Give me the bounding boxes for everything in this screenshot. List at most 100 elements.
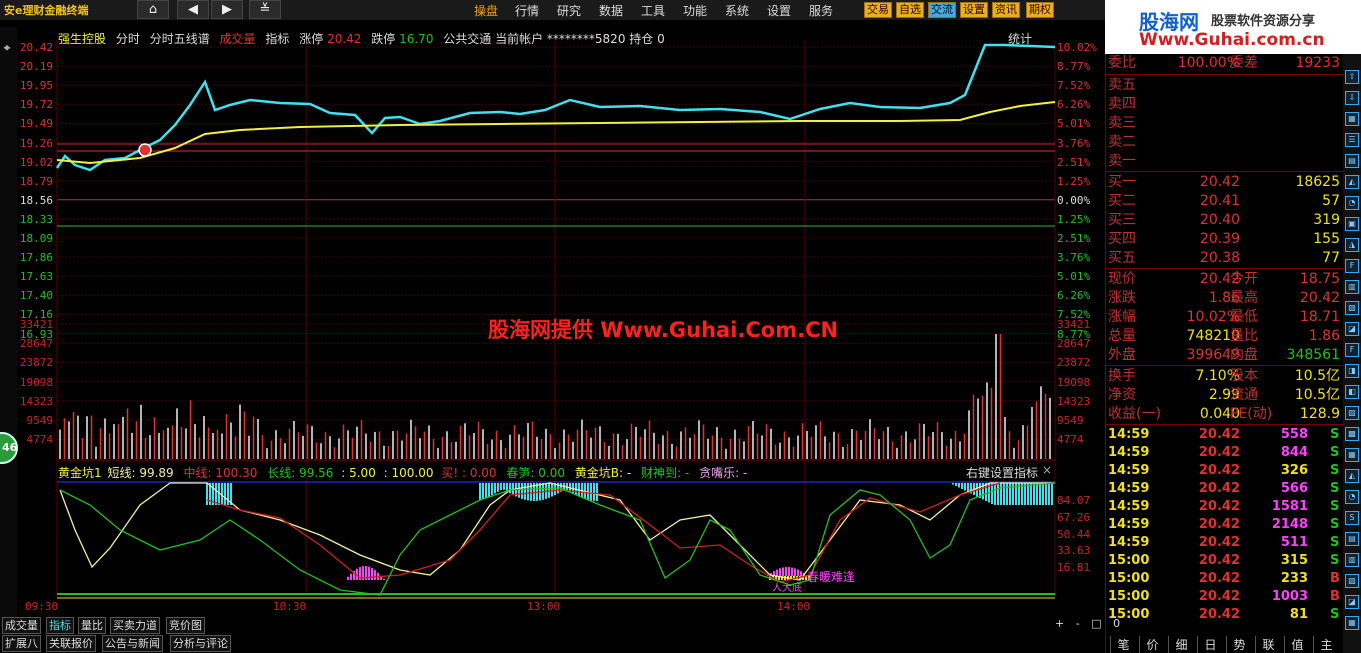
detail-tab[interactable]: 主 bbox=[1313, 636, 1339, 653]
tick-volume: 315 bbox=[1280, 553, 1308, 568]
tick-row: 14:59 20.42 558 S bbox=[1108, 426, 1342, 444]
tick-price: 20.42 bbox=[1198, 445, 1240, 460]
side-tool-icon[interactable]: S bbox=[1345, 511, 1359, 525]
tick-row: 15:00 20.42 1003 B bbox=[1108, 588, 1342, 606]
info-tab[interactable]: 扩展八 bbox=[2, 635, 41, 652]
tick-row: 15:00 20.42 233 B bbox=[1108, 570, 1342, 588]
detail-tab[interactable]: 联 bbox=[1255, 636, 1281, 653]
side-tool-icon[interactable]: ◭ bbox=[1345, 175, 1359, 189]
side-tool-icon[interactable]: F bbox=[1345, 259, 1359, 273]
quote-stat-label: 最高 bbox=[1230, 290, 1258, 306]
quote-stat-label: 换手 bbox=[1108, 368, 1136, 384]
price-axis-tick-label: 20.42 bbox=[19, 41, 53, 54]
side-tool-icon[interactable]: ⇩ bbox=[1345, 91, 1359, 105]
indicator-axis-tick-label: 84.07 bbox=[1057, 494, 1091, 507]
tick-side: S bbox=[1330, 499, 1340, 514]
detail-tab[interactable]: 价 bbox=[1139, 636, 1165, 653]
price-axis-tick-label: 20.19 bbox=[19, 60, 53, 74]
buy-level-volume: 57 bbox=[1322, 193, 1340, 209]
tick-volume: 81 bbox=[1289, 607, 1308, 622]
tick-volume: 844 bbox=[1280, 445, 1308, 460]
sell-level-label: 卖五 bbox=[1108, 77, 1136, 93]
tick-volume: 233 bbox=[1280, 571, 1308, 586]
buy-label: 买! bbox=[441, 466, 459, 480]
price-axis-tick-label: 19.72 bbox=[19, 98, 53, 112]
watermark-slogan: 股票软件资源分享 bbox=[1211, 14, 1316, 29]
side-tool-icon[interactable]: ◧ bbox=[1345, 385, 1359, 399]
side-tool-icon[interactable]: F bbox=[1345, 343, 1359, 357]
side-tool-icon[interactable]: ▨ bbox=[1345, 406, 1359, 420]
detail-tab[interactable]: 势 bbox=[1226, 636, 1252, 653]
side-tool-icon[interactable]: ◮ bbox=[1345, 238, 1359, 252]
indicator-close-icon[interactable]: × bbox=[1042, 463, 1052, 477]
indicator-settings-link[interactable]: 右键设置指标 bbox=[966, 464, 1038, 481]
tick-side: S bbox=[1330, 427, 1340, 442]
side-tool-icon[interactable]: ◔ bbox=[1345, 490, 1359, 504]
tick-price: 20.42 bbox=[1198, 499, 1240, 514]
side-tool-icon[interactable]: ▦ bbox=[1345, 616, 1359, 630]
side-tool-icon[interactable]: ☰ bbox=[1345, 133, 1359, 147]
quote-stat-label: 最低 bbox=[1230, 309, 1258, 325]
side-tool-icon[interactable]: ▧ bbox=[1345, 574, 1359, 588]
quote-stat-label: 股本 bbox=[1230, 368, 1258, 384]
detail-tab[interactable]: 日 bbox=[1197, 636, 1223, 653]
side-tool-icon[interactable]: ◪ bbox=[1345, 595, 1359, 609]
detail-tab[interactable]: 值 bbox=[1284, 636, 1310, 653]
side-tool-icon[interactable]: ▣ bbox=[1345, 217, 1359, 231]
side-tool-icon[interactable]: ▧ bbox=[1345, 301, 1359, 315]
caishen-value: 财神到: - bbox=[641, 466, 690, 480]
side-tool-icon[interactable]: ▥ bbox=[1345, 553, 1359, 567]
tick-row: 15:00 20.42 315 S bbox=[1108, 552, 1342, 570]
buy-level-row: 买一 20.42 18625 bbox=[1108, 173, 1342, 192]
watermark-banner: 股海网 股票软件资源分享 Www.Guhai.com.cn bbox=[1105, 0, 1361, 54]
chart-tab[interactable]: 量比 bbox=[78, 617, 106, 634]
side-tool-icon[interactable]: ▤ bbox=[1345, 154, 1359, 168]
buy-level-label: 买一 bbox=[1108, 174, 1136, 190]
volume-axis-tick-label: 33421 bbox=[19, 318, 53, 331]
order-ratio-row: 委比 100.00% 委差 19233 bbox=[1108, 55, 1340, 71]
side-tool-icon[interactable]: ◔ bbox=[1345, 196, 1359, 210]
price-axis-tick-label: 19.95 bbox=[19, 79, 53, 93]
chart-tab[interactable]: 成交量 bbox=[2, 617, 41, 634]
spring-value: 春笋: 0.00 bbox=[506, 466, 565, 480]
info-tab[interactable]: 关联报价 bbox=[46, 635, 96, 652]
side-tool-icon[interactable]: ◭ bbox=[1345, 469, 1359, 483]
tick-row: 14:59 20.42 2148 S bbox=[1108, 516, 1342, 534]
window-button[interactable]: □ bbox=[1091, 617, 1101, 630]
volume-axis-tick-label: 19098 bbox=[19, 375, 53, 389]
price-axis-tick-label: 18.09 bbox=[19, 232, 53, 245]
tick-side: S bbox=[1330, 553, 1340, 568]
side-tool-icon[interactable]: ◨ bbox=[1345, 364, 1359, 378]
side-tool-icon[interactable]: ◪ bbox=[1345, 322, 1359, 336]
zoom-out-button[interactable]: - bbox=[1076, 617, 1080, 630]
side-tool-icon[interactable]: ▦ bbox=[1345, 448, 1359, 462]
side-tool-icon[interactable]: ▦ bbox=[1345, 112, 1359, 126]
volume-axis-tick-label: 14323 bbox=[19, 394, 53, 408]
watermark-url: Www.Guhai.com.cn bbox=[1139, 30, 1325, 50]
detail-tab[interactable]: 笔 bbox=[1110, 636, 1136, 653]
chart-tab[interactable]: 买卖力道 bbox=[110, 617, 160, 634]
info-tab[interactable]: 分析与评论 bbox=[170, 635, 231, 652]
side-tool-icon[interactable]: ⇧ bbox=[1345, 70, 1359, 84]
buy-level-label: 买四 bbox=[1108, 231, 1136, 247]
detail-tab[interactable]: 细 bbox=[1168, 636, 1194, 653]
side-tool-icon[interactable]: ▤ bbox=[1345, 532, 1359, 546]
short-line-value: 短线: 99.89 bbox=[107, 466, 174, 480]
indicator-name[interactable]: 黄金坑1 bbox=[58, 466, 102, 480]
tick-price: 20.42 bbox=[1198, 481, 1240, 496]
side-tool-icon[interactable]: ▥ bbox=[1345, 280, 1359, 294]
panel-divider bbox=[1106, 74, 1344, 75]
buy-level-price: 20.40 bbox=[1199, 212, 1240, 228]
goldpit-b-value: 黄金坑B: - bbox=[574, 466, 632, 480]
info-tab[interactable]: 公告与新闻 bbox=[102, 635, 163, 652]
quote-stat-value: 10.5亿 bbox=[1294, 387, 1340, 403]
tick-time: 15:00 bbox=[1108, 571, 1150, 586]
chart-tab[interactable]: 指标 bbox=[46, 617, 74, 634]
buy-level-price: 20.38 bbox=[1199, 250, 1240, 266]
chart-tab[interactable]: 竞价图 bbox=[166, 617, 205, 634]
zoom-in-button[interactable]: + bbox=[1055, 617, 1064, 630]
price-axis-tick-label: 17.86 bbox=[19, 251, 53, 265]
time-axis-label: 09:30 bbox=[25, 600, 59, 613]
buy-level-price: 20.41 bbox=[1199, 193, 1240, 209]
side-tool-icon[interactable]: ▩ bbox=[1345, 427, 1359, 441]
